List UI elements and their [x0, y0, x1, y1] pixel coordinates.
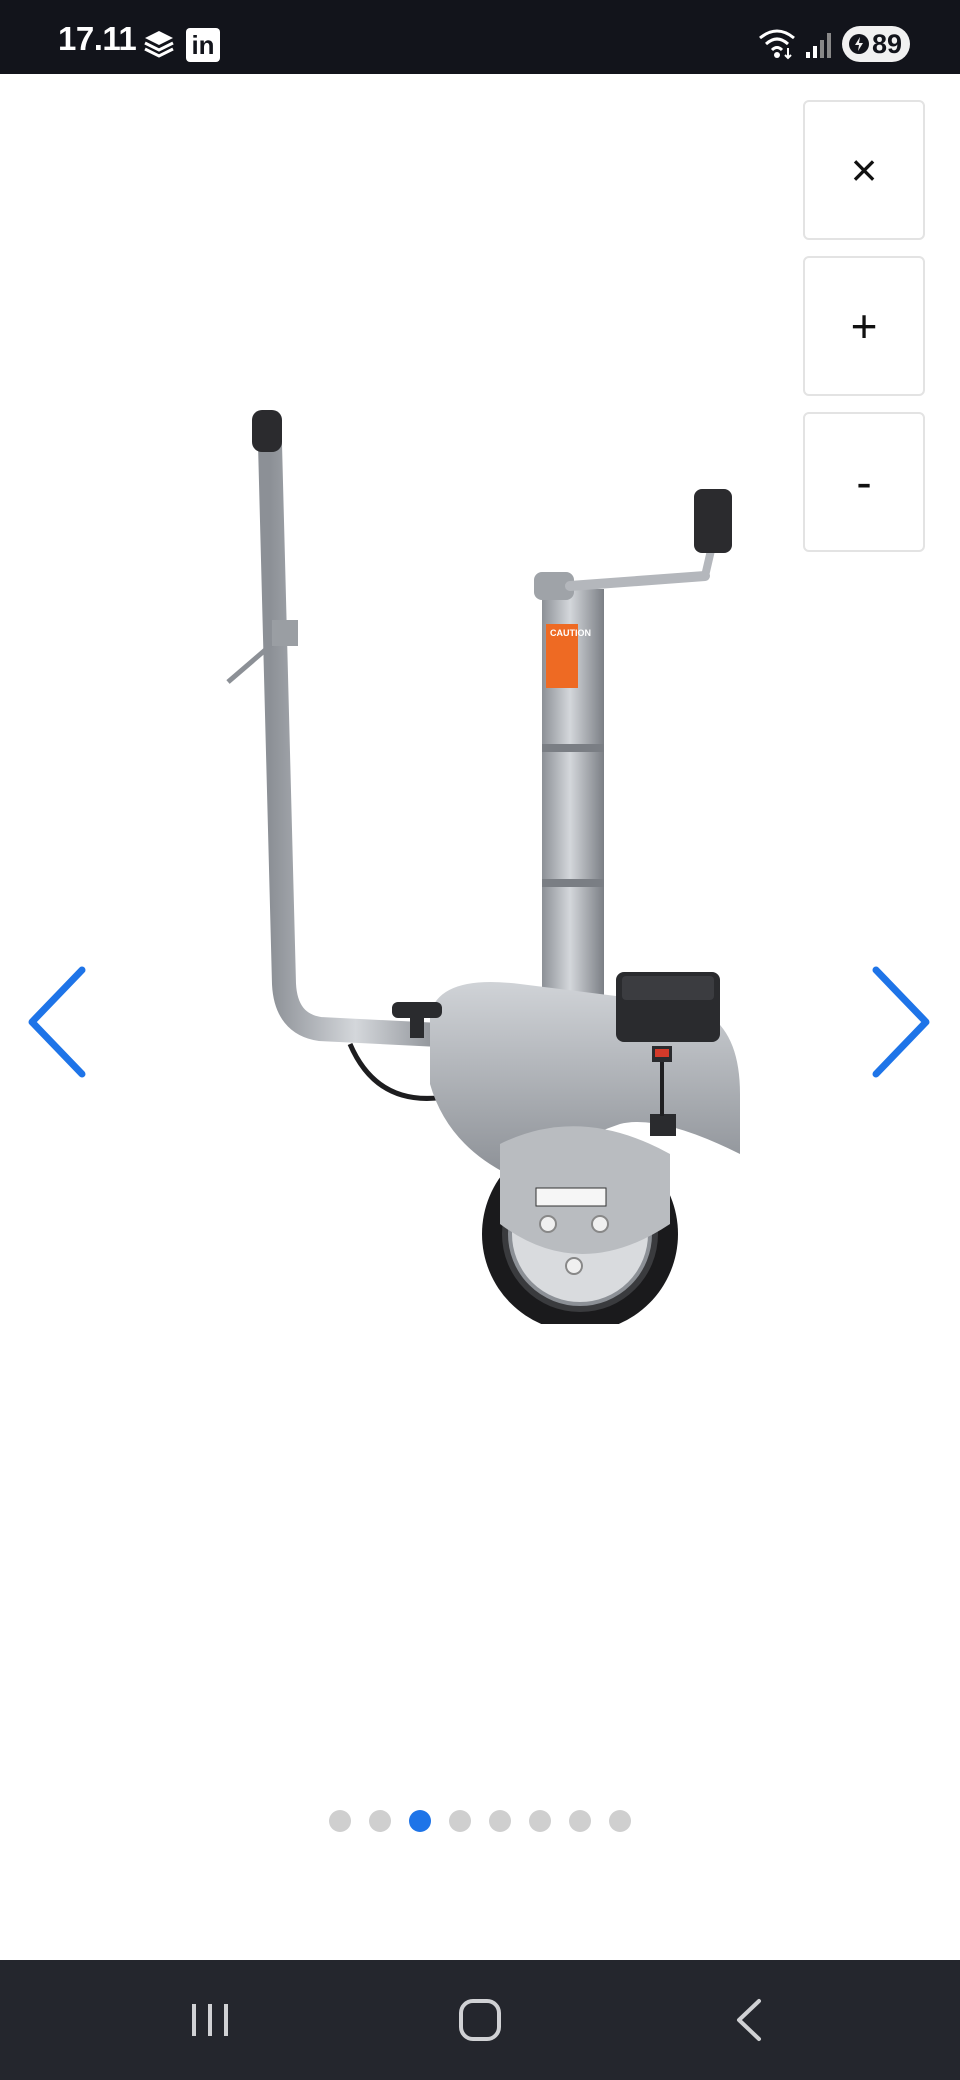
home-button[interactable]	[400, 1960, 560, 2080]
close-icon: ×	[850, 144, 878, 196]
caution-label: CAUTION	[550, 628, 591, 638]
recents-icon	[192, 2004, 228, 2036]
linkedin-icon: in	[186, 28, 220, 62]
battery-indicator: 89	[842, 26, 910, 62]
pagination-dots	[0, 1810, 960, 1832]
back-button[interactable]	[668, 1960, 828, 2080]
home-icon	[459, 1999, 501, 2041]
image-viewer-screen: 17.11 in 89 CAUTION × + -	[0, 0, 960, 2080]
zoom-in-button[interactable]: +	[803, 256, 925, 396]
signal-icon	[806, 33, 831, 58]
pagination-dot[interactable]	[369, 1810, 391, 1832]
status-time: 17.11	[58, 20, 137, 57]
plus-icon: +	[850, 300, 878, 352]
pagination-dot[interactable]	[449, 1810, 471, 1832]
pagination-dot-active[interactable]	[409, 1810, 431, 1832]
product-image[interactable]: CAUTION	[200, 324, 760, 1324]
system-nav-bar	[0, 1960, 960, 2080]
wifi-icon	[759, 29, 795, 60]
zoom-out-button[interactable]: -	[803, 412, 925, 552]
pagination-dot[interactable]	[329, 1810, 351, 1832]
battery-level: 89	[871, 28, 902, 59]
recents-button[interactable]	[130, 1960, 290, 2080]
pagination-dot[interactable]	[569, 1810, 591, 1832]
status-bar: 17.11 in 89	[0, 0, 960, 74]
pagination-dot[interactable]	[529, 1810, 551, 1832]
pagination-dot[interactable]	[489, 1810, 511, 1832]
pagination-dot[interactable]	[609, 1810, 631, 1832]
battery-saver-icon	[849, 34, 869, 54]
chevron-left-icon[interactable]	[22, 962, 92, 1082]
box-icon	[144, 31, 174, 58]
minus-icon: -	[856, 456, 872, 508]
image-viewer: CAUTION × + -	[0, 74, 960, 1960]
back-icon	[737, 1999, 761, 2041]
chevron-right-icon[interactable]	[866, 962, 936, 1082]
close-button[interactable]: ×	[803, 100, 925, 240]
